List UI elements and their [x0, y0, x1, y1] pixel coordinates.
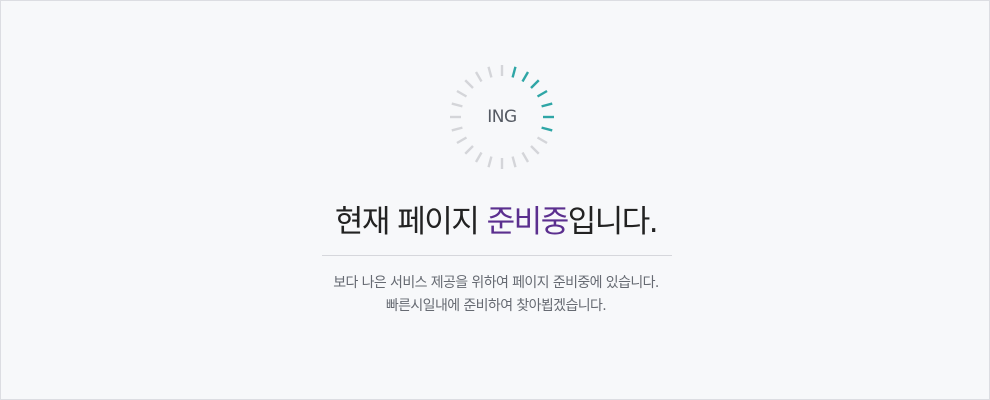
description-line-1: 보다 나은 서비스 제공을 위하여 페이지 준비중에 있습니다. [333, 275, 659, 291]
spinner-label: ING [487, 107, 517, 127]
title-text-after: 입니다. [567, 204, 659, 240]
notice-panel: ING 현재 페이지 준비중입니다. 보다 나은 서비스 제공을 위하여 페이지… [0, 0, 990, 400]
title-text-before: 현재 페이지 [334, 204, 487, 240]
title-accent-text: 준비중 [486, 204, 570, 240]
page-title: 현재 페이지 준비중입니다. [1, 196, 990, 241]
description: 보다 나은 서비스 제공을 위하여 페이지 준비중에 있습니다. 빠른시일내에 … [1, 272, 990, 318]
divider [322, 255, 672, 256]
description-line-2: 빠른시일내에 준비하여 찾아뵙겠습니다. [385, 298, 607, 314]
loading-spinner: ING [447, 62, 557, 172]
